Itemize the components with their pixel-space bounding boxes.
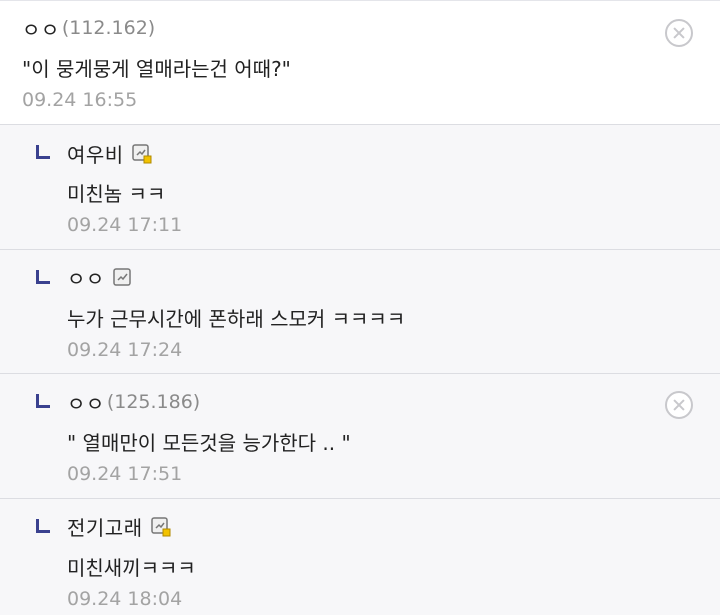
reply-item: ㅇㅇ 누가 근무시간에 폰하래 스모커 ㅋㅋㅋㅋ 09.24 17:24 (0, 249, 720, 374)
reply-item: ㅇㅇ (125.186) " 열매만이 모든것을 능가한다 .. " 09.24… (0, 374, 720, 499)
comment-author: ㅇㅇ (67, 265, 132, 291)
comment-timestamp: 09.24 18:04 (67, 587, 183, 610)
delete-comment-button[interactable] (665, 391, 693, 419)
comment-author: 전기고래 (67, 512, 171, 541)
comment-timestamp: 09.24 17:11 (67, 214, 183, 236)
nickname[interactable]: ㅇㅇ (67, 263, 105, 292)
nickname[interactable]: ㅇㅇ (67, 388, 105, 417)
nickname[interactable]: 여우비 (67, 139, 124, 168)
comment-list: ㅇㅇ (112.162) "이 뭉게뭉게 열매라는건 어때?" 09.24 16… (0, 0, 720, 615)
comment-author: 여우비 (67, 139, 152, 168)
reply-item: 여우비 미친놈 ㅋㅋ 09.24 17:11 (0, 125, 720, 250)
ip-address: (125.186) (106, 391, 201, 413)
comment-text: "이 뭉게뭉게 열매라는건 어때?" (22, 57, 291, 81)
comment-text: 누가 근무시간에 폰하래 스모커 ㅋㅋㅋㅋ (67, 306, 406, 331)
comment-timestamp: 09.24 17:51 (67, 463, 183, 485)
fixed-member-icon (113, 268, 132, 287)
nickname[interactable]: 전기고래 (67, 512, 143, 541)
reply-arrow-icon (36, 394, 50, 408)
delete-comment-button[interactable] (665, 19, 693, 47)
nickname[interactable]: ㅇㅇ (22, 14, 60, 43)
reply-item: 전기고래 미친새끼ㅋㅋㅋ 09.24 18:04 (0, 498, 720, 615)
semi-fixed-member-icon (131, 143, 152, 163)
comment-author: ㅇㅇ (125.186) (67, 388, 201, 417)
comment-text: 미친놈 ㅋㅋ (67, 182, 166, 206)
semi-fixed-member-icon (150, 517, 171, 537)
reply-arrow-icon (36, 269, 50, 284)
reply-arrow-icon (36, 145, 50, 159)
ip-address: (112.162) (61, 17, 156, 39)
comment-text: 미친새끼ㅋㅋㅋ (67, 555, 196, 580)
comment-timestamp: 09.24 17:24 (67, 338, 183, 361)
comment-author: ㅇㅇ (112.162) (22, 14, 156, 43)
reply-arrow-icon (36, 518, 50, 533)
comment-text: " 열매만이 모든것을 능가한다 .. " (67, 431, 351, 455)
comment-item: ㅇㅇ (112.162) "이 뭉게뭉게 열매라는건 어때?" 09.24 16… (0, 0, 720, 125)
comment-timestamp: 09.24 16:55 (22, 89, 138, 111)
